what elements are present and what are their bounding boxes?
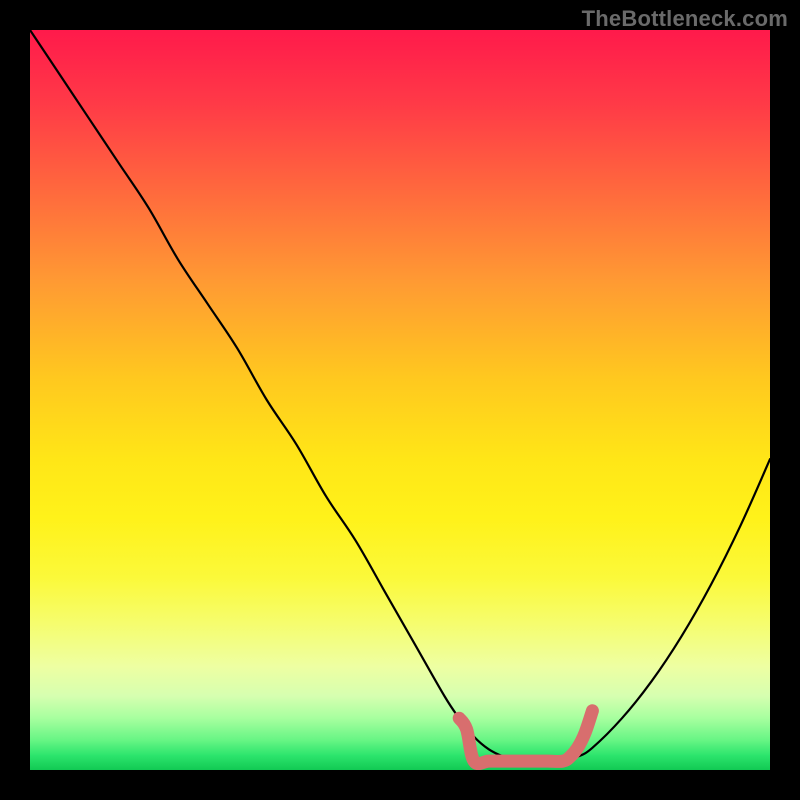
plot-area [30, 30, 770, 770]
curve-layer [30, 30, 770, 770]
chart-container: TheBottleneck.com [0, 0, 800, 800]
watermark: TheBottleneck.com [582, 6, 788, 32]
highlight-segment [459, 711, 592, 764]
bottleneck-curve [30, 30, 770, 763]
